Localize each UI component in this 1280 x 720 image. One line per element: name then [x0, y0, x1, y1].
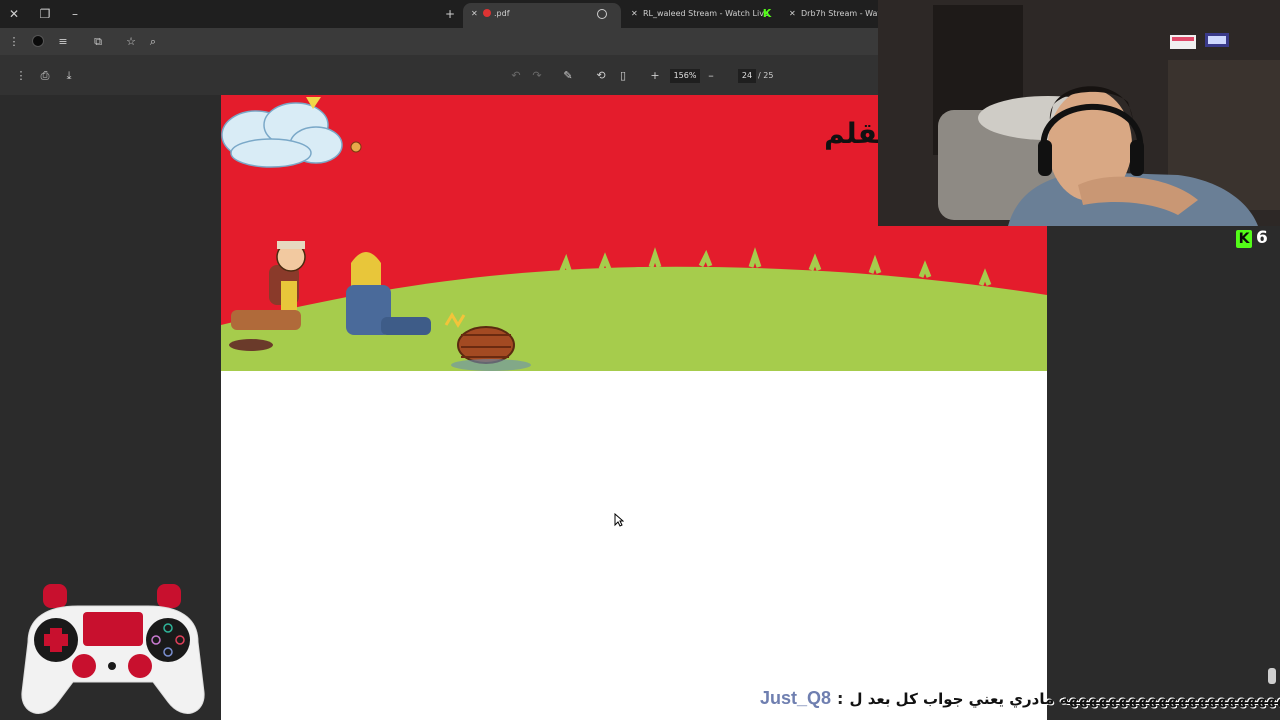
chat-username: Just_Q8 — [760, 688, 832, 708]
globe-icon — [597, 9, 607, 19]
bookmark-star-icon[interactable]: ☆ — [123, 34, 139, 50]
webcam-overlay — [878, 0, 1280, 226]
tab-label: RL_waleed Stream - Watch Live — [643, 9, 769, 18]
tab-rl-waleed[interactable]: ✕ RL_waleed Stream - Watch Live — [623, 3, 779, 28]
browser-toolbar: ⋮ ≡ ⧉ ☆ ⌕ — [0, 28, 880, 55]
new-tab-icon[interactable]: + — [442, 6, 458, 22]
page-total: / 25 — [758, 71, 774, 80]
screen: ✕ ❐ – + ✕ .pdf ✕ RL_waleed Stream - Watch … — [0, 0, 1280, 720]
tab-label: Drb7h Stream - Watch — [801, 9, 880, 18]
close-window-icon[interactable]: ✕ — [6, 6, 22, 22]
download-icon[interactable]: ⤓ — [61, 68, 77, 84]
zoom-in-icon[interactable]: + — [647, 68, 663, 84]
undo-icon[interactable]: ↶ — [508, 68, 524, 84]
viewer-count: 6 — [1256, 228, 1268, 248]
tab-label: .pdf — [494, 9, 510, 18]
zoom-lens-icon[interactable]: ⌕ — [145, 34, 161, 50]
chat-message: Just_Q8: ههههههههههههههههههههههههههههههه … — [760, 688, 1280, 712]
zoom-level[interactable]: 156% — [670, 69, 700, 83]
close-tab-icon[interactable]: ✕ — [789, 3, 801, 25]
mouse-cursor-icon — [614, 513, 624, 527]
viewer-count-badge: K6 — [1236, 228, 1268, 248]
pdf-favicon-icon — [483, 9, 491, 17]
kick-logo-icon: K — [1236, 230, 1252, 248]
close-tab-icon[interactable]: ✕ — [471, 3, 483, 25]
print-icon[interactable]: ⎙ — [37, 68, 53, 84]
extensions-icon[interactable]: ⧉ — [90, 34, 106, 50]
browser-tab-strip: ✕ ❐ – + ✕ .pdf ✕ RL_waleed Stream - Watch … — [0, 0, 880, 28]
chat-text: ههههههههههههههههههههههههههههههه مادري يع… — [849, 690, 1280, 708]
scrollbar-thumb[interactable] — [1268, 668, 1276, 684]
rotate-icon[interactable]: ⟲ — [593, 68, 609, 84]
chat-separator: : — [837, 689, 844, 708]
fit-page-icon[interactable]: ▯ — [615, 68, 631, 84]
annotate-icon[interactable]: ✎ — [560, 68, 576, 84]
tab-search-icon[interactable]: ≡ — [55, 34, 71, 50]
menu-dots-icon[interactable]: ⋮ — [6, 34, 22, 50]
close-tab-icon[interactable]: ✕ — [631, 3, 643, 25]
tab-drb7h[interactable]: ✕Drb7h Stream - Watch — [781, 3, 880, 28]
zoom-out-icon[interactable]: – — [703, 68, 719, 84]
tab-pdf[interactable]: ✕ .pdf — [463, 3, 621, 28]
more-actions-icon[interactable]: ⋮ — [13, 68, 29, 84]
kick-favicon-icon: K — [762, 7, 772, 20]
minimize-window-icon[interactable]: – — [67, 6, 83, 22]
gamepad-overlay-icon — [18, 582, 208, 720]
redo-icon[interactable]: ↷ — [529, 68, 545, 84]
page-number-input[interactable]: 24 — [738, 69, 756, 83]
profile-icon[interactable] — [30, 34, 46, 50]
restore-window-icon[interactable]: ❐ — [37, 6, 53, 22]
